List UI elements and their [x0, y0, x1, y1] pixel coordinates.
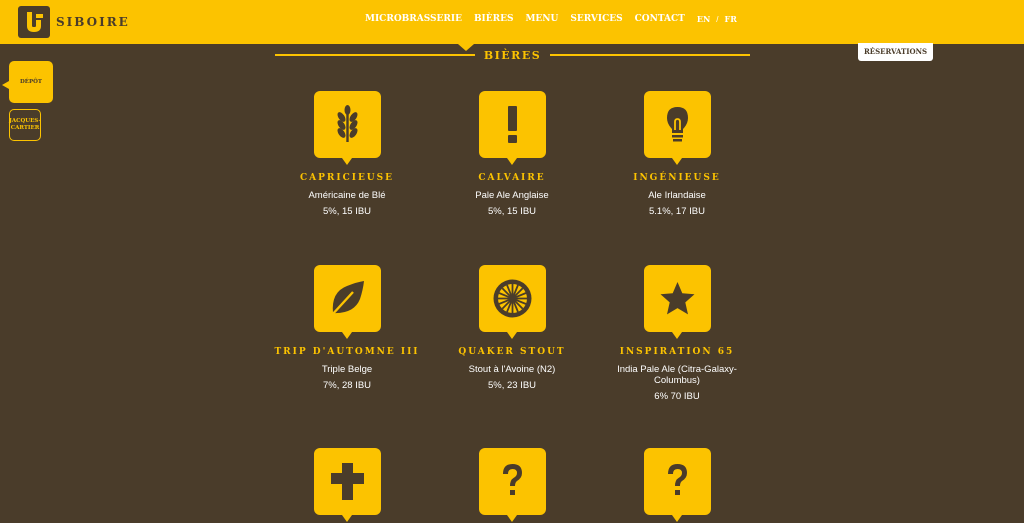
beer-abv: 5%, 15 IBU [487, 206, 537, 217]
top-nav-bar: SIBOIRE MICROBRASSERIE BIÈRES MENU SERVI… [0, 0, 1024, 44]
beer-style: Pale Ale Anglaise [475, 190, 549, 201]
beer-style: Ale Irlandaise [648, 190, 706, 201]
beer-card-9[interactable] [597, 448, 757, 522]
beer-style: Stout à l'Avoine (N2) [468, 364, 556, 375]
reservations-button[interactable]: RÉSERVATIONS [858, 43, 933, 61]
beer-icon-tile [313, 448, 381, 522]
question-icon [502, 464, 522, 495]
location-depot-label: DÉPÔT [20, 78, 42, 85]
section-title: BIÈRES [483, 49, 542, 62]
beer-abv: 5%, 23 IBU [487, 380, 537, 391]
wheel-icon [493, 279, 531, 318]
beer-card-quaker-stout[interactable]: QUAKER STOUT Stout à l'Avoine (N2) 5%, 2… [432, 265, 592, 391]
lang-en-link[interactable]: EN [697, 14, 710, 24]
nav-item-services[interactable]: SERVICES [570, 14, 622, 24]
beer-name: INSPIRATION 65 [619, 347, 735, 357]
lang-separator: / [716, 14, 719, 24]
brand-name: SIBOIRE [56, 15, 130, 29]
beer-icon-tile [313, 265, 381, 339]
location-pointer [2, 81, 9, 89]
star-icon [660, 282, 694, 315]
leaf-icon [329, 281, 364, 317]
beer-card-inspiration-65[interactable]: INSPIRATION 65 India Pale Ale (Citra-Gal… [597, 265, 757, 402]
beer-icon-tile [313, 91, 381, 165]
nav-item-contact[interactable]: CONTACT [635, 14, 685, 24]
exclamation-icon [507, 106, 517, 143]
beer-name: QUAKER STOUT [458, 347, 566, 357]
lightbulb-icon [666, 107, 688, 142]
beer-icon-tile [643, 265, 711, 339]
beer-card-calvaire[interactable]: CALVAIRE Pale Ale Anglaise 5%, 15 IBU [432, 91, 592, 217]
location-jacques-cartier-tab[interactable]: JACQUES- CARTIER [9, 109, 41, 141]
siboire-logo-icon [18, 6, 50, 38]
nav-item-microbrasserie[interactable]: MICROBRASSERIE [365, 14, 462, 24]
beer-abv: 6% 70 IBU [654, 391, 700, 402]
beer-icon-tile [643, 448, 711, 522]
beer-name: TRIP D'AUTOMNE III [274, 347, 420, 357]
beer-name: CALVAIRE [478, 173, 546, 183]
beer-style: Américaine de Blé [308, 190, 386, 201]
lang-fr-link[interactable]: FR [725, 14, 737, 24]
beer-icon-tile [478, 91, 546, 165]
beer-name: INGÉNIEUSE [633, 173, 721, 183]
beer-card-7[interactable] [267, 448, 427, 522]
location-jacques-cartier-label: JACQUES- CARTIER [9, 118, 41, 131]
beer-icon-tile [478, 265, 546, 339]
cross-icon [330, 463, 364, 500]
beer-icon-tile [643, 91, 711, 165]
nav-item-bieres[interactable]: BIÈRES [474, 14, 514, 24]
section-header: BIÈRES [275, 46, 750, 66]
beer-card-ingenieuse[interactable]: INGÉNIEUSE Ale Irlandaise 5.1%, 17 IBU [597, 91, 757, 217]
location-depot-tab[interactable]: DÉPÔT [9, 61, 53, 103]
beer-style: India Pale Ale (Citra-Galaxy-Columbus) [617, 364, 737, 386]
main-nav: MICROBRASSERIE BIÈRES MENU SERVICES CONT… [365, 14, 743, 24]
logo[interactable]: SIBOIRE [18, 6, 130, 38]
nav-item-menu[interactable]: MENU [525, 14, 558, 24]
beer-card-8[interactable] [432, 448, 592, 522]
beer-abv: 5.1%, 17 IBU [649, 206, 705, 217]
beer-card-trip-dautomne-iii[interactable]: TRIP D'AUTOMNE III Triple Belge 7%, 28 I… [267, 265, 427, 391]
beer-abv: 5%, 15 IBU [322, 206, 372, 217]
beer-card-capricieuse[interactable]: CAPRICIEUSE Américaine de Blé 5%, 15 IBU [267, 91, 427, 217]
beer-abv: 7%, 28 IBU [322, 380, 372, 391]
beer-icon-tile [478, 448, 546, 522]
question-icon [667, 464, 687, 495]
wheat-icon [337, 105, 357, 142]
beer-name: CAPRICIEUSE [299, 173, 395, 183]
beer-style: Triple Belge [321, 364, 373, 375]
